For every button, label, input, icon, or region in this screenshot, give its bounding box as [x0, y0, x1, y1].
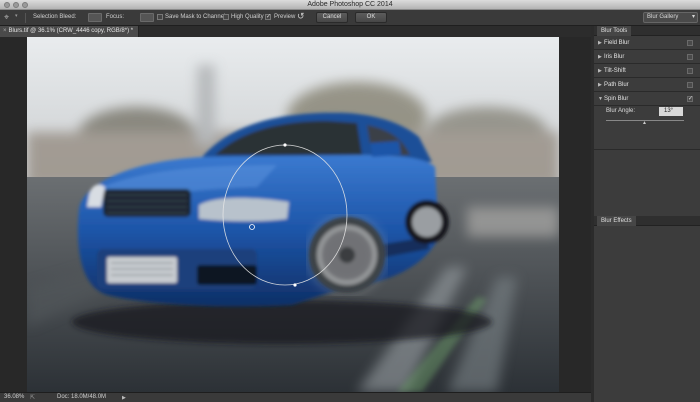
blur-item-label: Iris Blur [604, 54, 625, 60]
ok-button[interactable]: OK [355, 12, 387, 23]
blur-item-label: Field Blur [604, 40, 630, 46]
document-tab[interactable]: × Blurs.tif @ 36.1% (CRW_4446 copy, RGB/8… [0, 26, 140, 37]
blur-angle-label: Blur Angle: [606, 108, 636, 114]
panel-spacer [594, 150, 700, 216]
blur-item-label: Path Blur [604, 82, 629, 88]
image-canvas[interactable] [27, 37, 559, 392]
options-bar: ⌖ ▾ Selection Bleed: Focus: Save Mask to… [0, 10, 700, 26]
right-panel-column: Blur Tools ▶ Field Blur ▶ Iris Blur ▶ Ti… [594, 26, 700, 402]
enable-checkbox[interactable] [687, 40, 693, 46]
collapse-arrow-icon[interactable]: ▼ [598, 96, 603, 102]
blur-item-spin[interactable]: ▼ Spin Blur [594, 92, 700, 106]
blur-item-label: Spin Blur [604, 96, 629, 102]
blur-tools-tab[interactable]: Blur Tools [597, 26, 632, 36]
expand-arrow-icon[interactable]: ▶ [598, 54, 602, 60]
blur-effects-tab[interactable]: Blur Effects [597, 216, 636, 226]
save-mask-checkbox[interactable] [157, 14, 163, 20]
blur-item-iris[interactable]: ▶ Iris Blur [594, 50, 700, 64]
pin-tool-icon[interactable]: ⌖ [4, 12, 9, 23]
blur-tools-panel-header: Blur Tools [594, 26, 700, 36]
blur-item-label: Tilt-Shift [604, 68, 626, 74]
preview-checkbox[interactable] [265, 13, 271, 20]
expand-arrow-icon[interactable]: ▶ [598, 40, 602, 46]
selection-bleed-label: Selection Bleed: [33, 14, 77, 20]
save-mask-label: Save Mask to Channels [165, 14, 229, 20]
spin-blur-handle[interactable] [283, 143, 287, 147]
blur-effects-panel-body [594, 226, 700, 402]
title-bar: Adobe Photoshop CC 2014 [0, 0, 700, 10]
selection-bleed-input[interactable] [88, 13, 102, 22]
blur-item-field[interactable]: ▶ Field Blur [594, 36, 700, 50]
document-tab-row: × Blurs.tif @ 36.1% (CRW_4446 copy, RGB/8… [0, 26, 591, 37]
status-bar: 36.08% ⇱ Doc: 18.0M/48.0M ▶ [0, 392, 591, 402]
app-title: Adobe Photoshop CC 2014 [307, 1, 393, 8]
document-tab-title: Blurs.tif @ 36.1% (CRW_4446 copy, RGB/8*… [8, 28, 134, 34]
zoom-level[interactable]: 36.08% [4, 394, 24, 400]
export-icon[interactable]: ⇱ [30, 394, 35, 401]
preview-label: Preview [274, 14, 296, 20]
cancel-button[interactable]: Cancel [316, 12, 348, 23]
close-tab-icon[interactable]: × [3, 28, 7, 34]
blur-angle-slider-thumb[interactable]: ▲ [642, 120, 647, 126]
blur-angle-input[interactable]: 13° [659, 107, 683, 116]
expand-arrow-icon[interactable]: ▶ [598, 82, 602, 88]
enable-checkbox[interactable] [687, 82, 693, 88]
car-photo [27, 37, 559, 392]
blur-item-tilt-shift[interactable]: ▶ Tilt-Shift [594, 64, 700, 78]
expand-arrow-icon[interactable]: ▶ [598, 68, 602, 74]
high-quality-label: High Quality [231, 14, 264, 20]
enable-checkbox[interactable] [687, 54, 693, 60]
spin-blur-settings: Blur Angle: 13° ▲ [594, 106, 700, 150]
canvas-area [0, 37, 591, 392]
spin-blur-handle[interactable] [293, 283, 297, 287]
enable-checkbox[interactable] [687, 95, 693, 102]
tool-preset-dropdown-icon[interactable]: ▾ [15, 13, 18, 19]
focus-input[interactable] [140, 13, 154, 22]
status-menu-arrow-icon[interactable]: ▶ [122, 395, 126, 401]
blur-effects-panel-header: Blur Effects [594, 216, 700, 226]
workspace-dropdown[interactable]: Blur Gallery [643, 12, 698, 23]
doc-size: Doc: 18.0M/48.0M [57, 394, 107, 400]
enable-checkbox[interactable] [687, 68, 693, 74]
separator [25, 13, 26, 23]
blur-item-path[interactable]: ▶ Path Blur [594, 78, 700, 92]
reset-icon[interactable]: ↺ [297, 11, 305, 22]
focus-label: Focus: [106, 14, 125, 20]
high-quality-checkbox[interactable] [223, 14, 229, 20]
